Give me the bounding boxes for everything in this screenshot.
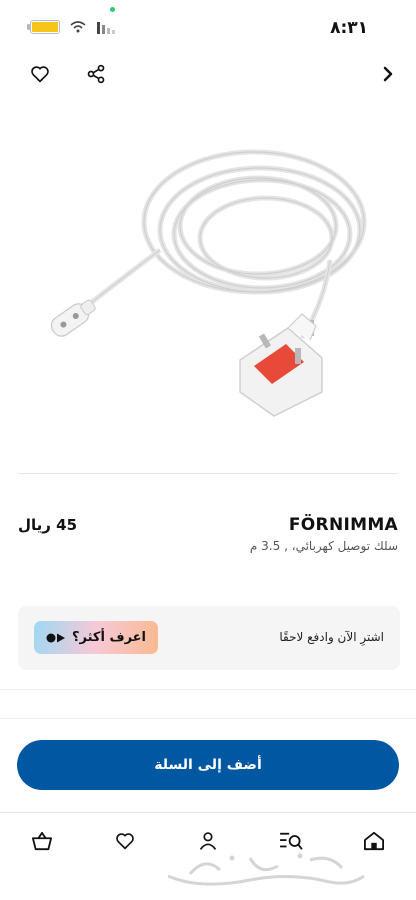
heart-icon [31, 66, 49, 83]
favorite-button[interactable] [26, 60, 54, 88]
wifi-icon [70, 21, 86, 33]
bnpl-text: اشترِ الآن وادفع لاحقًا [279, 630, 384, 644]
power-cord-illustration [50, 149, 367, 417]
battery-icon [27, 20, 60, 34]
status-bar: ٨:٣١ [0, 0, 416, 56]
learn-more-button[interactable]: اعرف أكثر؟ [34, 621, 158, 654]
product-name: FÖRNIMMA [288, 515, 398, 535]
product-image [40, 130, 380, 430]
camera-dot [110, 7, 115, 12]
add-to-cart-button[interactable]: أضف إلى السلة [17, 740, 399, 790]
share-button[interactable] [82, 60, 110, 88]
nav-cart[interactable] [28, 827, 56, 855]
divider [18, 473, 398, 474]
product-price: 45 ريال [18, 516, 78, 534]
bnpl-logo-icon [46, 632, 66, 644]
heart-icon [116, 833, 134, 850]
nav-favorites[interactable] [111, 827, 139, 855]
signal-icon [97, 22, 115, 34]
divider [0, 718, 416, 719]
divider [0, 689, 416, 690]
learn-more-label: اعرف أكثر؟ [72, 630, 147, 645]
share-icon [87, 64, 105, 84]
bnpl-card: اشترِ الآن وادفع لاحقًا اعرف أكثر؟ [18, 606, 400, 670]
next-button[interactable] [374, 60, 402, 88]
chevron-right-icon [383, 66, 393, 82]
status-indicators [27, 20, 116, 34]
basket-icon [31, 831, 52, 851]
status-time: ٨:٣١ [330, 18, 368, 38]
add-to-cart-label: أضف إلى السلة [154, 757, 262, 773]
product-description: سلك توصيل كهربائي، , 3.5 م [249, 539, 398, 553]
top-action-bar [0, 60, 416, 90]
watermark-logo [160, 846, 370, 894]
